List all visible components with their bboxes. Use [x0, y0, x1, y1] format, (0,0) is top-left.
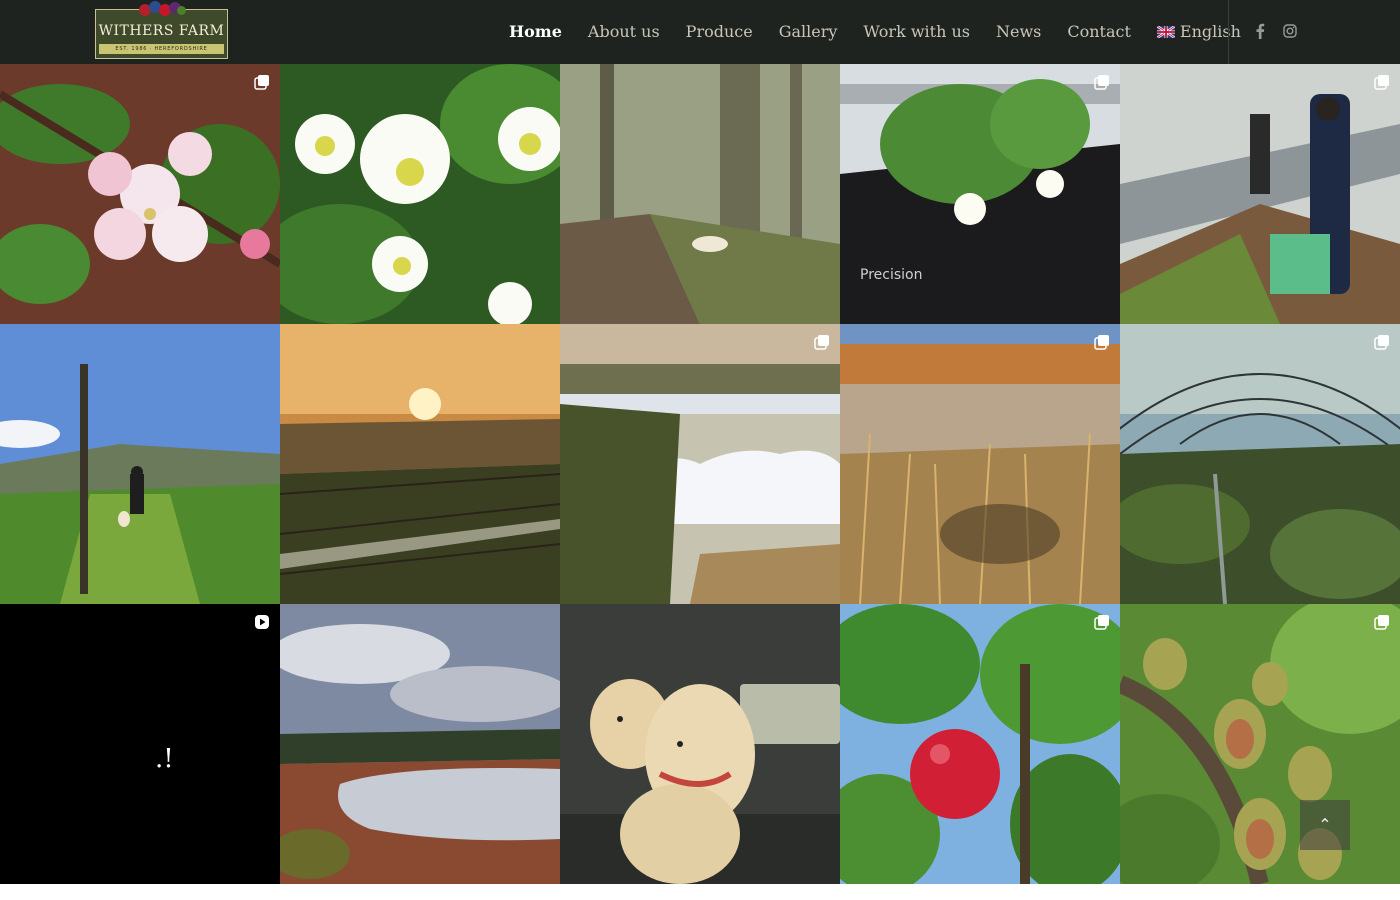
- multi-image-icon: [1374, 75, 1389, 90]
- nav-divider: [1228, 0, 1229, 64]
- uk-flag-icon: [1156, 26, 1175, 38]
- berries-icon: [139, 1, 187, 18]
- gallery-tile-reservoir[interactable]: [280, 604, 560, 884]
- facebook-link[interactable]: [1249, 20, 1271, 42]
- nav-contact[interactable]: Contact: [1054, 0, 1144, 64]
- photo-dog-on-woodland-path: [560, 64, 840, 324]
- multi-image-icon: [1374, 335, 1389, 350]
- gallery-tile-apple-blossom[interactable]: [0, 64, 280, 324]
- gallery-tile-woodland-path[interactable]: [560, 64, 840, 324]
- photo-sunset-over-vines: [280, 324, 560, 604]
- gallery-tile-polytunnel-frames[interactable]: [1120, 324, 1400, 604]
- gallery-tile-video[interactable]: .!: [0, 604, 280, 884]
- photo-apple-blossom: [0, 64, 280, 324]
- multi-image-icon: [814, 335, 829, 350]
- logo[interactable]: WITHERS FARM EST. 1986 · HEREFORDSHIRE: [95, 1, 228, 59]
- photo-red-apple-on-branch: [840, 604, 1120, 884]
- svg-text:Precision: Precision: [860, 267, 922, 283]
- language-label: English: [1179, 22, 1241, 41]
- photo-strawberry-flowers: [280, 64, 560, 324]
- nav-work-with-us[interactable]: Work with us: [850, 0, 983, 64]
- gallery-tile-labradors[interactable]: [560, 604, 840, 884]
- video-icon: [255, 615, 269, 629]
- language-switcher[interactable]: English: [1144, 0, 1254, 64]
- scroll-to-top-button[interactable]: ⌃: [1300, 800, 1350, 850]
- gallery-tile-sunset-vines[interactable]: [280, 324, 560, 604]
- photo-snow-covered-polytunnels: [560, 324, 840, 604]
- photo-strawberry-plant-in-grow-bag: Precision: [840, 64, 1120, 324]
- logo-title: WITHERS FARM: [98, 23, 225, 39]
- instagram-gallery: Precision .!: [0, 64, 1400, 885]
- photo-man-and-dog-in-orchard: [0, 324, 280, 604]
- site-header: WITHERS FARM EST. 1986 · HEREFORDSHIRE H…: [0, 0, 1400, 64]
- logo-tagline: EST. 1986 · HEREFORDSHIRE: [99, 44, 224, 54]
- nav-gallery[interactable]: Gallery: [766, 0, 851, 64]
- gallery-tile-orchard-walk[interactable]: [0, 324, 280, 604]
- facebook-icon: [1256, 23, 1265, 39]
- nav-home[interactable]: Home: [496, 0, 575, 64]
- multi-image-icon: [1094, 335, 1109, 350]
- multi-image-icon: [1094, 75, 1109, 90]
- photo-reeds-by-reservoir: [840, 324, 1120, 604]
- gallery-tile-strawberry-flowers[interactable]: [280, 64, 560, 324]
- gallery-tile-red-apple[interactable]: [840, 604, 1120, 884]
- nav-news[interactable]: News: [983, 0, 1054, 64]
- instagram-icon: [1283, 24, 1297, 38]
- photo-kiwi-berries: [1120, 604, 1400, 884]
- nav-produce[interactable]: Produce: [673, 0, 766, 64]
- gallery-tile-reeds[interactable]: [840, 324, 1120, 604]
- nav-about-us[interactable]: About us: [575, 0, 673, 64]
- gallery-tile-kiwi-berries[interactable]: [1120, 604, 1400, 884]
- gallery-tile-polytunnel-workers[interactable]: [1120, 64, 1400, 324]
- video-overlay-text: .!: [155, 744, 174, 774]
- instagram-link[interactable]: [1279, 20, 1301, 42]
- multi-image-icon: [254, 75, 269, 90]
- main-nav: Home About us Produce Gallery Work with …: [496, 0, 1254, 64]
- photo-polytunnel-frames: [1120, 324, 1400, 604]
- photo-two-labradors-in-vehicle: [560, 604, 840, 884]
- photo-workers-in-polytunnel: [1120, 64, 1400, 324]
- gallery-tile-strawberry-plant[interactable]: Precision: [840, 64, 1120, 324]
- gallery-tile-snowy-polytunnels[interactable]: [560, 324, 840, 604]
- multi-image-icon: [1094, 615, 1109, 630]
- multi-image-icon: [1374, 615, 1389, 630]
- photo-reservoir-under-cloudy-sky: [280, 604, 560, 884]
